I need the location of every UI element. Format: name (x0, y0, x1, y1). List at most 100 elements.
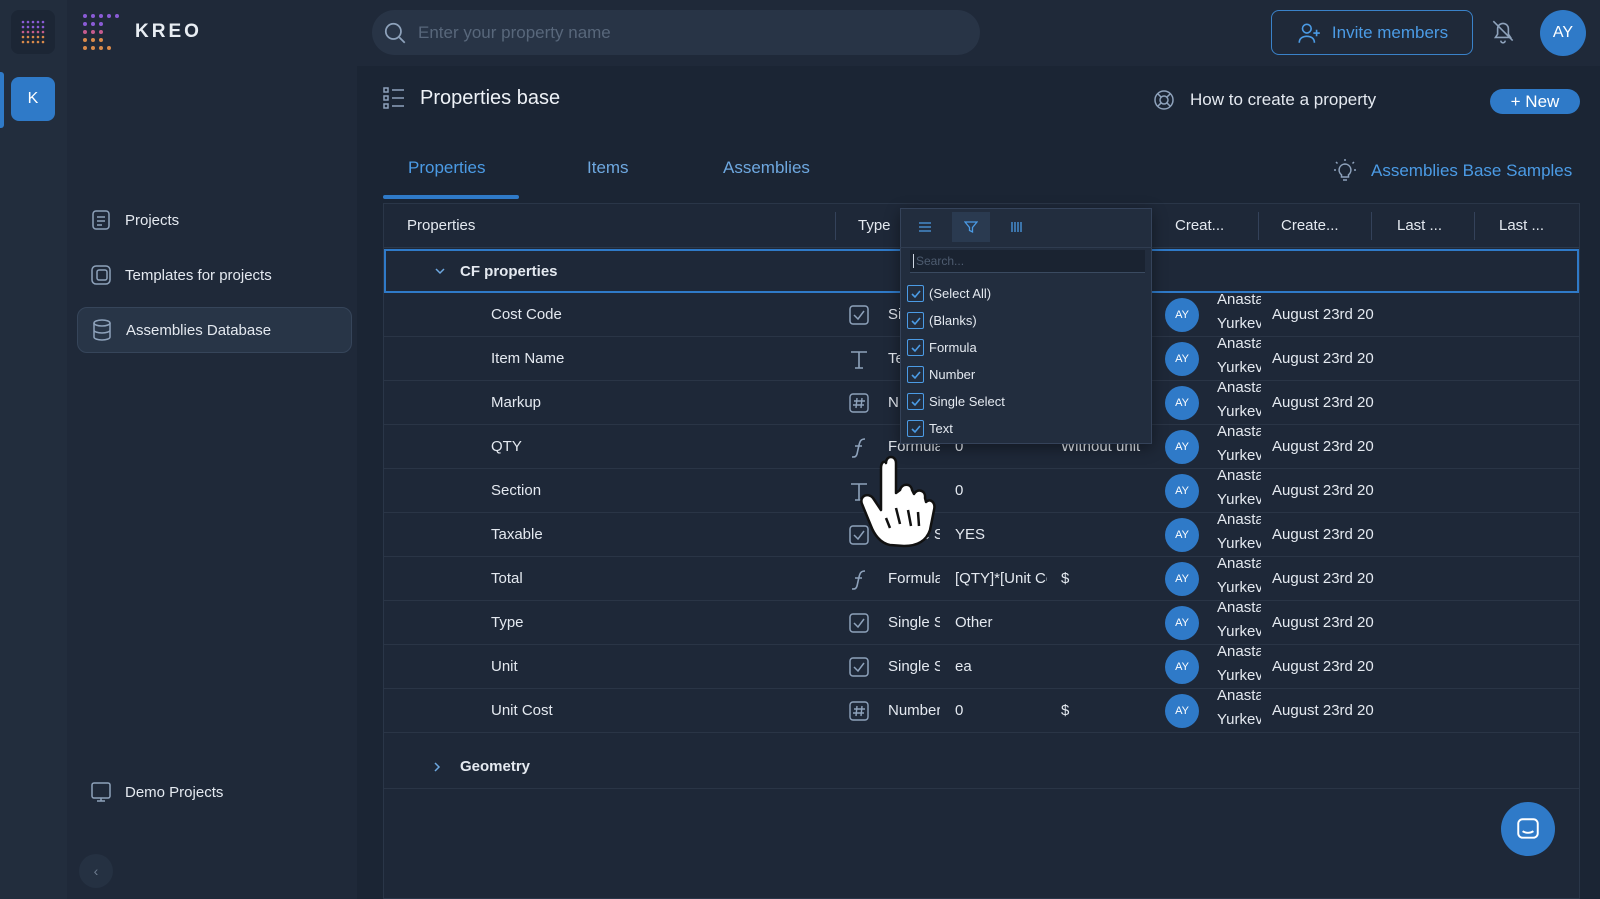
howto-label: How to create a property (1190, 90, 1377, 109)
created-by: AnastasiaYurkevich (1217, 596, 1261, 644)
search-input[interactable] (418, 22, 958, 43)
column-header-created-by[interactable]: Creat... (1175, 217, 1224, 234)
filter-option-label: Number (929, 367, 976, 382)
avatar: AY (1165, 518, 1199, 552)
avatar-initials: AY (1175, 485, 1189, 497)
property-value: YES (955, 526, 986, 543)
columns-icon (1011, 222, 1022, 232)
tab-assemblies[interactable]: Assemblies (723, 158, 810, 178)
checkbox[interactable] (907, 393, 924, 410)
property-name: Item Name (491, 350, 565, 367)
checkbox-type-icon (847, 655, 871, 679)
avatar: AY (1165, 606, 1199, 640)
chevron-down-icon (435, 268, 445, 275)
filter-option[interactable]: Number (907, 366, 975, 383)
created-date: August 23rd 2023 (1272, 658, 1374, 675)
filter-search-input[interactable] (913, 254, 1133, 268)
filter-option-label: Formula (929, 340, 977, 355)
filter-option[interactable]: (Blanks) (907, 312, 977, 329)
tab-properties[interactable]: Properties (408, 158, 485, 178)
invite-label: Invite members (1331, 22, 1449, 42)
notifications-button[interactable] (1490, 18, 1516, 46)
property-unit: $ (1061, 702, 1070, 719)
filter-popup-tab-menu[interactable] (906, 212, 944, 242)
number-type-icon (847, 699, 871, 723)
new-label: + New (1510, 91, 1560, 111)
avatar-initials: AY (1175, 309, 1189, 321)
creator-first-name: Anastasia (1217, 335, 1261, 352)
avatar: AY (1165, 694, 1199, 728)
sidebar-item-assemblies-database[interactable]: Assemblies Database (77, 307, 352, 353)
creator-first-name: Anastasia (1217, 599, 1261, 616)
column-header-created[interactable]: Create... (1281, 217, 1339, 234)
invite-members-button[interactable]: Invite members (1271, 10, 1473, 55)
created-by: AnastasiaYurkevich (1217, 552, 1261, 600)
sidebar-item-projects[interactable]: Projects (77, 197, 352, 243)
property-value: 0 (955, 482, 964, 499)
created-by: AnastasiaYurkevich (1217, 288, 1261, 336)
property-name: Unit Cost (491, 702, 553, 719)
created-by: AnastasiaYurkevich (1217, 464, 1261, 512)
checkbox[interactable] (907, 366, 924, 383)
workspace-button[interactable]: K (11, 77, 55, 121)
created-date: August 23rd 2023 (1272, 614, 1374, 631)
checkbox[interactable] (907, 312, 924, 329)
filter-option[interactable]: Formula (907, 339, 977, 356)
brand-name: KREO (135, 21, 202, 42)
app-grid-logo[interactable] (11, 10, 55, 54)
column-header-last-modified[interactable]: Last ... (1499, 217, 1544, 234)
property-type: Single Select (888, 614, 940, 631)
sidebar-item-demo-projects[interactable]: Demo Projects (77, 769, 352, 815)
avatar-initials: AY (1175, 573, 1189, 585)
avatar-initials: AY (1175, 529, 1189, 541)
filter-option[interactable]: (Select All) (907, 285, 991, 302)
created-by: AnastasiaYurkevich (1217, 332, 1261, 380)
brand-logo[interactable]: KREO (81, 12, 202, 52)
user-avatar[interactable]: AY (1540, 10, 1586, 56)
sidebar-item-label: Templates for projects (125, 266, 272, 284)
filter-search-field[interactable] (910, 250, 1145, 273)
property-name: Total (491, 570, 523, 587)
created-by: AnastasiaYurkevich (1217, 684, 1261, 732)
collapse-sidebar-button[interactable]: ‹ (79, 854, 113, 888)
page-title: Properties base (420, 86, 561, 109)
check-icon (910, 397, 921, 406)
grid-dots-icon (21, 20, 45, 44)
new-button[interactable]: + New (1490, 89, 1580, 114)
avatar-initials: AY (1175, 661, 1189, 673)
avatar-initials: AY (1175, 397, 1189, 409)
page-header: Properties base (382, 86, 560, 110)
column-header-properties[interactable]: Properties (407, 217, 475, 234)
sidebar-item-templates[interactable]: Templates for projects (77, 252, 352, 298)
column-header-last-modified-by[interactable]: Last ... (1397, 217, 1442, 234)
search-bar[interactable] (372, 10, 980, 55)
pointer-hand-icon (860, 455, 936, 548)
tab-items[interactable]: Items (587, 158, 629, 178)
chat-support-button[interactable] (1501, 802, 1555, 856)
filter-popup-tab-filter[interactable] (952, 212, 990, 242)
created-by: AnastasiaYurkevich (1217, 508, 1261, 556)
sidebar-item-label: Assemblies Database (126, 321, 272, 339)
avatar-initials: AY (1552, 24, 1574, 41)
property-type: Formula (888, 570, 940, 587)
filter-option-label: (Select All) (929, 286, 992, 301)
created-by: AnastasiaYurkevich (1217, 420, 1261, 468)
column-header-type[interactable]: Type (858, 217, 891, 234)
column-separator (1371, 212, 1372, 240)
filter-icon (964, 221, 978, 234)
checkbox[interactable] (907, 339, 924, 356)
filter-popup-tab-columns[interactable] (998, 212, 1036, 242)
filter-option[interactable]: Single Select (907, 393, 1005, 410)
check-icon (910, 289, 921, 298)
created-by: AnastasiaYurkevich (1217, 640, 1261, 688)
checkbox[interactable] (907, 420, 924, 437)
group-row-geometry[interactable]: Geometry (384, 745, 1579, 789)
filter-option[interactable]: Text (907, 420, 953, 437)
filter-option-label: Single Select (929, 394, 1005, 409)
how-to-create-link[interactable]: How to create a property (1152, 88, 1376, 112)
assemblies-base-samples-link[interactable]: Assemblies Base Samples (1333, 158, 1572, 184)
avatar: AY (1165, 298, 1199, 332)
checkbox[interactable] (907, 285, 924, 302)
property-value: 0 (955, 702, 964, 719)
sidebar-item-label: Demo Projects (125, 783, 224, 801)
